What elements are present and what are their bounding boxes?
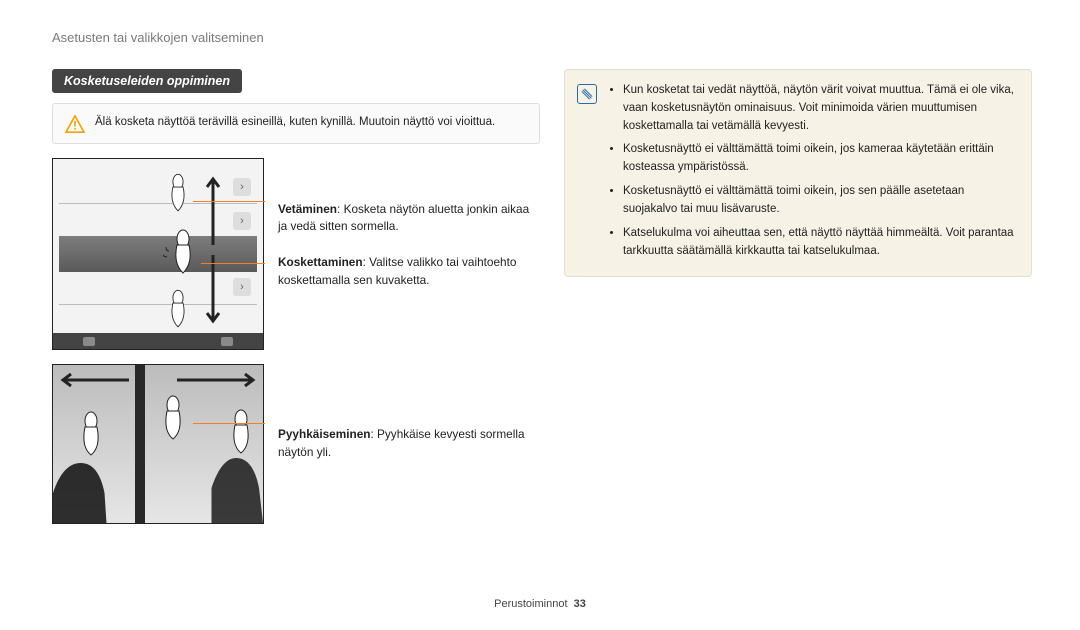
chevron-right-icon: › bbox=[233, 212, 251, 230]
gesture-illustration-drag-tap: › › › › bbox=[52, 158, 264, 350]
gesture-tap-label: Koskettaminen bbox=[278, 255, 363, 269]
warning-callout: Älä kosketa näyttöä terävillä esineillä,… bbox=[52, 103, 540, 144]
arrow-right-icon bbox=[177, 373, 257, 387]
gesture-illustration-swipe bbox=[52, 364, 264, 524]
info-note-item: Kosketusnäyttö ei välttämättä toimi oike… bbox=[623, 141, 1017, 177]
warning-text: Älä kosketa näyttöä terävillä esineillä,… bbox=[95, 114, 495, 131]
footer-section-label: Perustoiminnot bbox=[494, 598, 567, 610]
hand-drag-icon bbox=[161, 173, 195, 213]
gesture-swipe-label: Pyyhkäiseminen bbox=[278, 427, 370, 441]
warning-triangle-icon bbox=[65, 115, 85, 133]
section-pill: Kosketuseleiden oppiminen bbox=[52, 69, 242, 93]
note-icon bbox=[577, 84, 597, 104]
info-note-item: Kun kosketat tai vedät näyttöä, näytön v… bbox=[623, 82, 1017, 135]
info-callout: Kun kosketat tai vedät näyttöä, näytön v… bbox=[564, 69, 1032, 277]
breadcrumb-header: Asetusten tai valikkojen valitseminen bbox=[52, 30, 1032, 45]
hand-tap-icon bbox=[163, 229, 203, 275]
page-number: 33 bbox=[574, 598, 586, 610]
arrow-down-icon bbox=[205, 255, 221, 325]
chevron-right-icon: › bbox=[233, 178, 251, 196]
info-note-item: Kosketusnäyttö ei välttämättä toimi oike… bbox=[623, 183, 1017, 219]
arrow-up-icon bbox=[205, 175, 221, 245]
gesture-drag-label: Vetäminen bbox=[278, 202, 337, 216]
hand-swipe-icon bbox=[71, 411, 111, 457]
chevron-right-icon: › bbox=[233, 278, 251, 296]
info-note-list: Kun kosketat tai vedät näyttöä, näytön v… bbox=[607, 82, 1017, 266]
hand-swipe-icon bbox=[221, 409, 261, 455]
page-footer: Perustoiminnot 33 bbox=[0, 598, 1080, 610]
arrow-left-icon bbox=[59, 373, 129, 387]
info-note-item: Katselukulma voi aiheuttaa sen, että näy… bbox=[623, 225, 1017, 261]
hand-drag-icon bbox=[161, 289, 195, 329]
hand-swipe-icon bbox=[153, 395, 193, 441]
